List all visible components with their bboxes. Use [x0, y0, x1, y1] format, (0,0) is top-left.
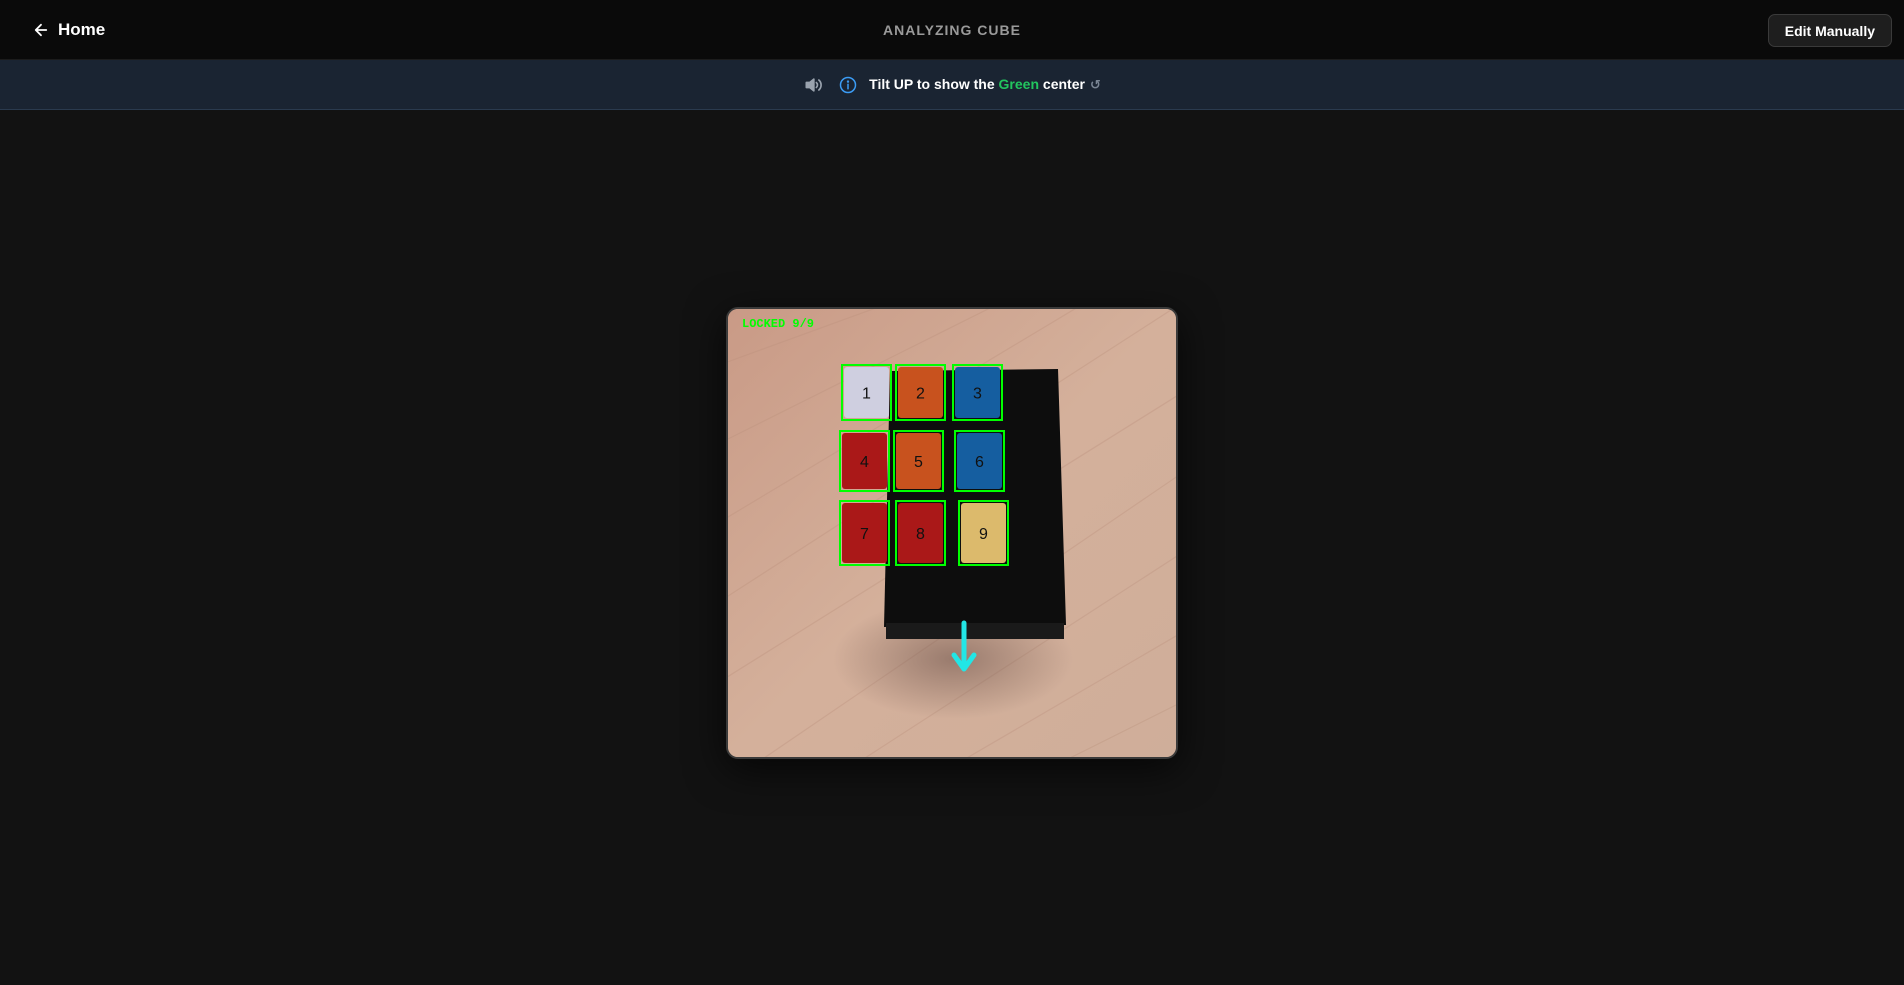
sticker-label-1: 1: [862, 386, 871, 403]
arrow-left-icon: [32, 21, 50, 39]
info-icon: [839, 76, 857, 94]
sticker-grid: 1 2 3 4 5 6 7 8 9: [839, 364, 1009, 566]
replay-icon[interactable]: ↺: [1090, 77, 1101, 92]
instruction-suffix: center: [1039, 76, 1085, 92]
edit-manually-button[interactable]: Edit Manually: [1767, 14, 1892, 47]
cube-side: [886, 623, 1064, 639]
sticker-label-6: 6: [975, 454, 984, 471]
instruction-highlight: Green: [998, 76, 1040, 92]
top-bar: Home ANALYZING CUBE Edit Manually: [0, 0, 1904, 60]
sticker-label-8: 8: [916, 526, 925, 543]
status-text: LOCKED 9/9: [742, 317, 814, 331]
camera-feed-canvas: LOCKED 9/9 1 2 3 4 5 6 7 8 9: [728, 309, 1176, 757]
sticker-label-7: 7: [860, 526, 869, 543]
speaker-icon[interactable]: [803, 75, 823, 95]
sticker-label-9: 9: [979, 526, 988, 543]
sticker-label-2: 2: [916, 386, 925, 403]
sticker-label-3: 3: [973, 386, 982, 403]
camera-feed: LOCKED 9/9 1 2 3 4 5 6 7 8 9: [726, 307, 1178, 759]
instruction-banner: Tilt UP to show the Green center ↺: [0, 60, 1904, 110]
home-label: Home: [58, 20, 106, 39]
sticker-label-4: 4: [860, 454, 869, 471]
instruction-text: Tilt UP to show the Green center ↺: [869, 76, 1101, 93]
instruction-prefix: Tilt UP to show the: [869, 76, 999, 92]
page-title: ANALYZING CUBE: [883, 22, 1021, 38]
sticker-label-5: 5: [914, 454, 923, 471]
home-button[interactable]: Home: [32, 0, 105, 60]
